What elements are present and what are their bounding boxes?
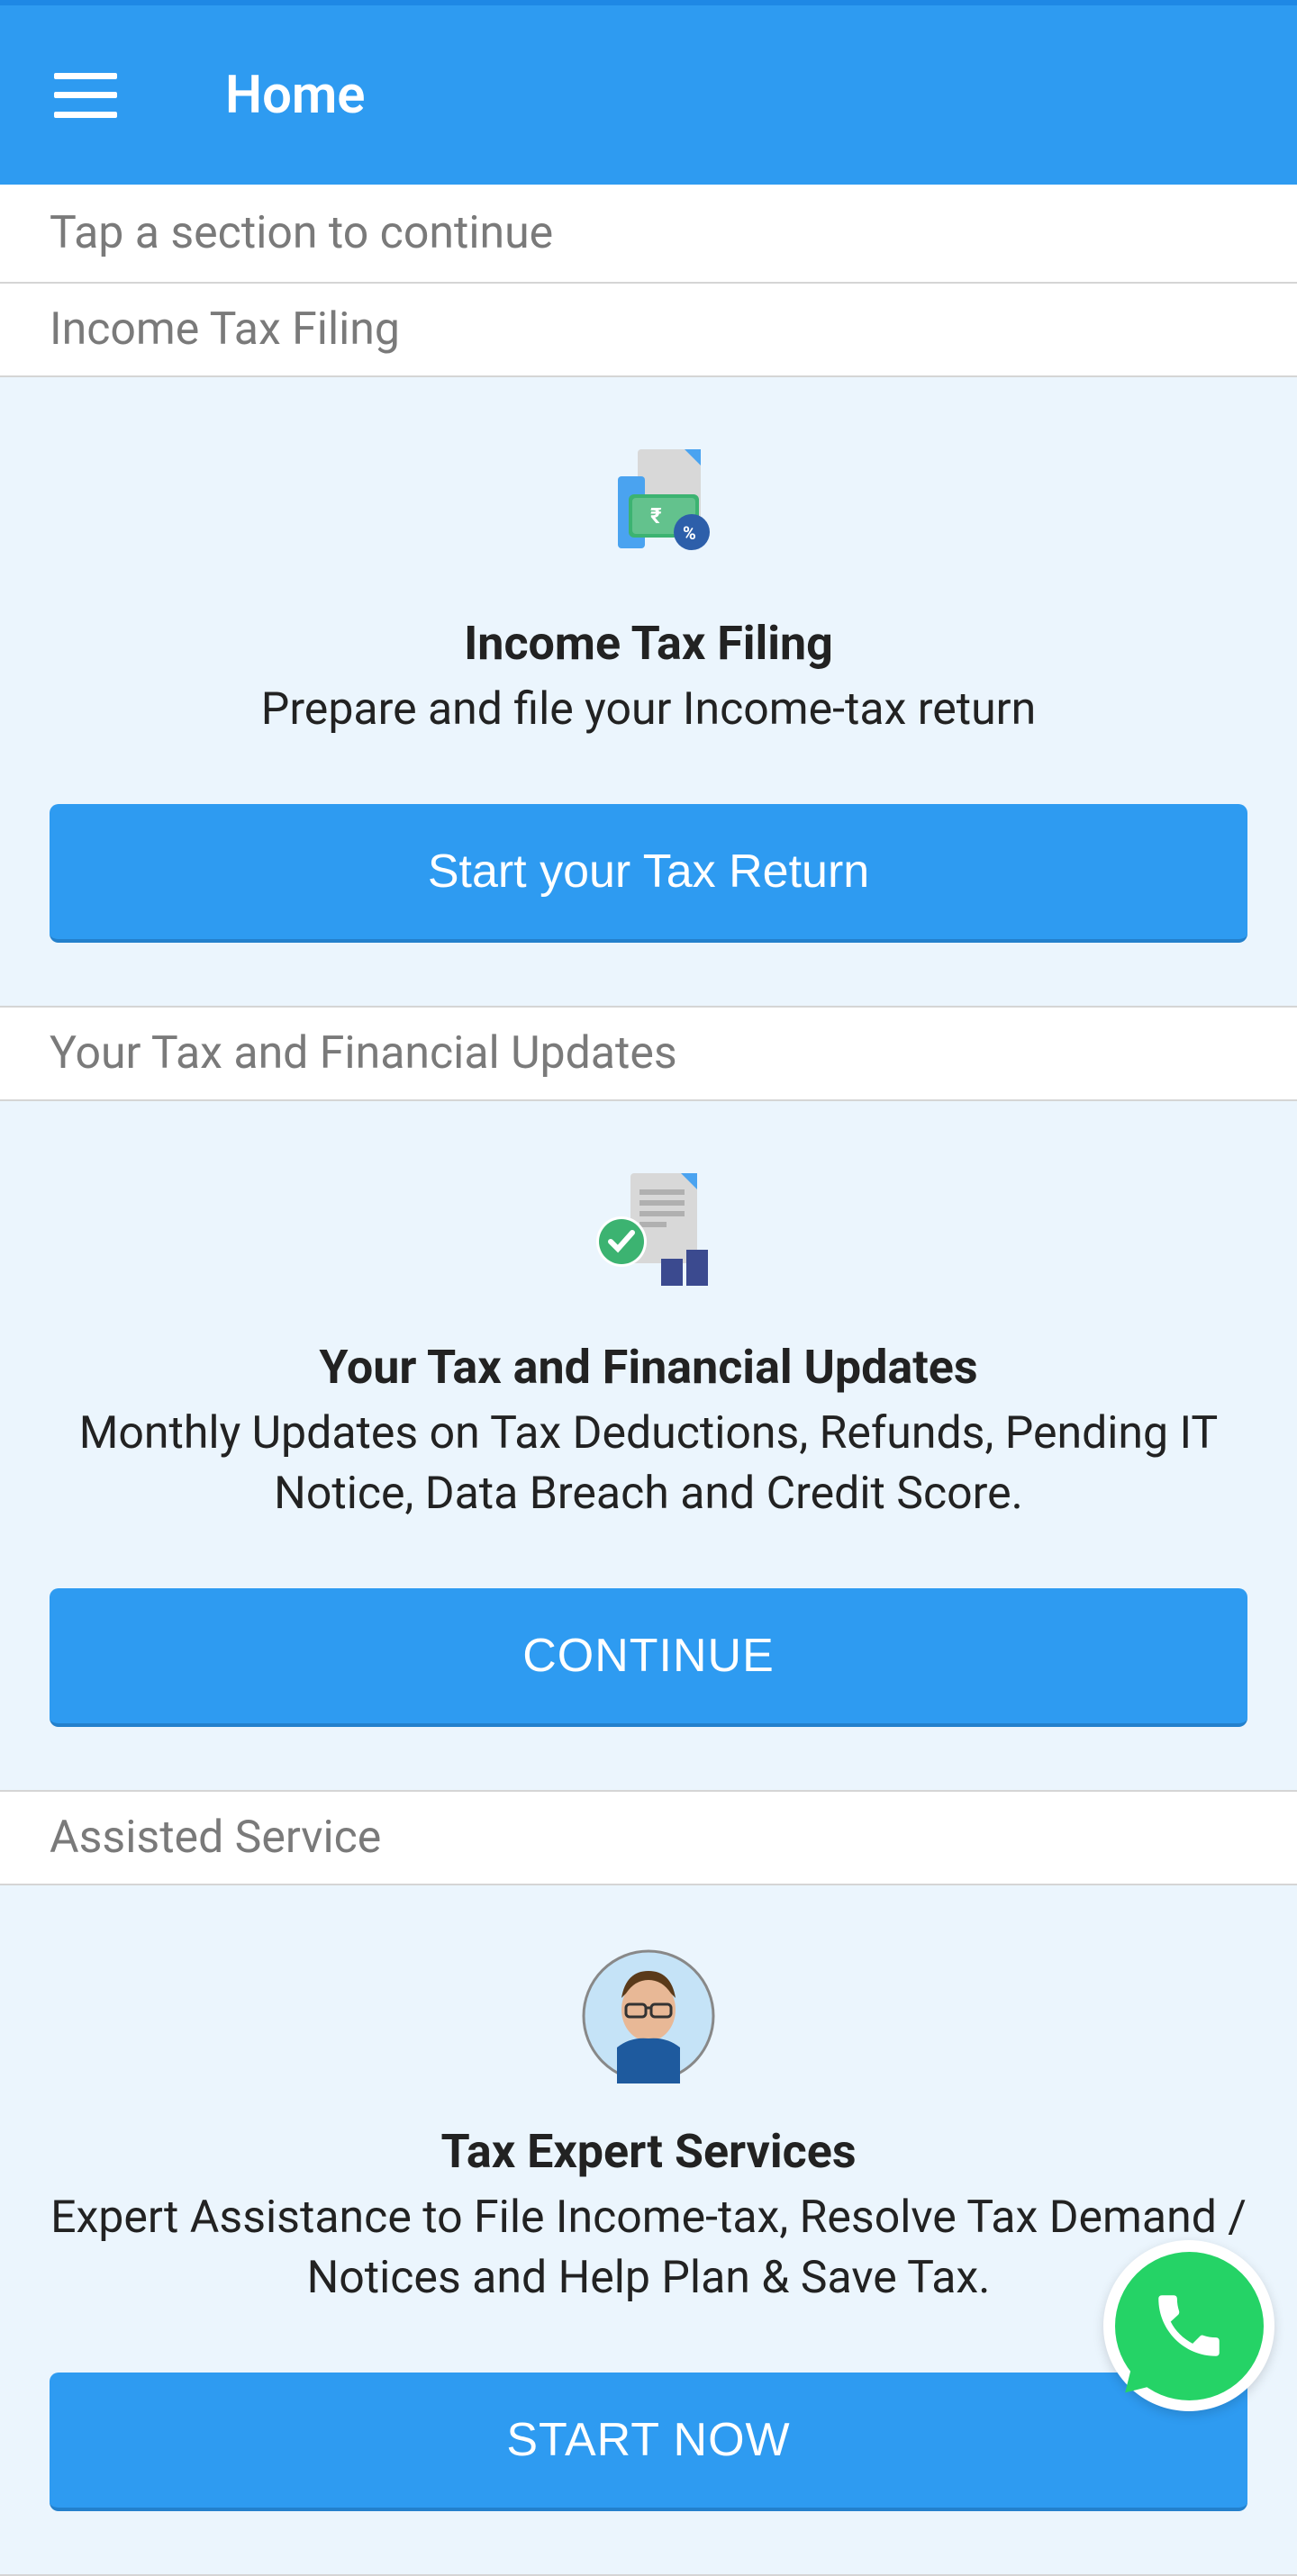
card-desc: Prepare and file your Income-tax return — [50, 680, 1247, 741]
card-desc: Expert Assistance to File Income-tax, Re… — [50, 2188, 1247, 2309]
continue-button[interactable]: CONTINUE — [50, 1588, 1247, 1727]
document-check-icon — [581, 1173, 716, 1290]
card-desc: Monthly Updates on Tax Deductions, Refun… — [50, 1404, 1247, 1525]
card-income-tax-filing[interactable]: ₹ % Income Tax Filing Prepare and file y… — [0, 377, 1297, 1008]
page-title: Home — [225, 65, 365, 126]
svg-text:%: % — [683, 522, 696, 544]
subheader-text: Tap a section to continue — [50, 207, 1247, 259]
svg-text:₹: ₹ — [650, 503, 662, 529]
document-money-icon: ₹ % — [581, 449, 716, 566]
whatsapp-icon — [1115, 2252, 1264, 2400]
section-label-updates: Your Tax and Financial Updates — [0, 1008, 1297, 1101]
whatsapp-fab[interactable] — [1103, 2240, 1274, 2411]
section-label-filing: Income Tax Filing — [0, 284, 1297, 377]
card-tax-financial-updates[interactable]: Your Tax and Financial Updates Monthly U… — [0, 1101, 1297, 1792]
start-tax-return-button[interactable]: Start your Tax Return — [50, 804, 1247, 943]
menu-icon[interactable] — [54, 73, 117, 118]
card-title: Tax Expert Services — [50, 2124, 1247, 2179]
app-header: Home — [0, 0, 1297, 185]
card-title: Your Tax and Financial Updates — [50, 1340, 1247, 1395]
start-now-button[interactable]: START NOW — [50, 2373, 1247, 2511]
section-label-assisted: Assisted Service — [0, 1792, 1297, 1885]
subheader: Tap a section to continue — [0, 185, 1297, 284]
card-title: Income Tax Filing — [50, 616, 1247, 671]
expert-avatar-icon — [581, 1957, 716, 2074]
card-tax-expert-services[interactable]: Tax Expert Services Expert Assistance to… — [0, 1885, 1297, 2576]
